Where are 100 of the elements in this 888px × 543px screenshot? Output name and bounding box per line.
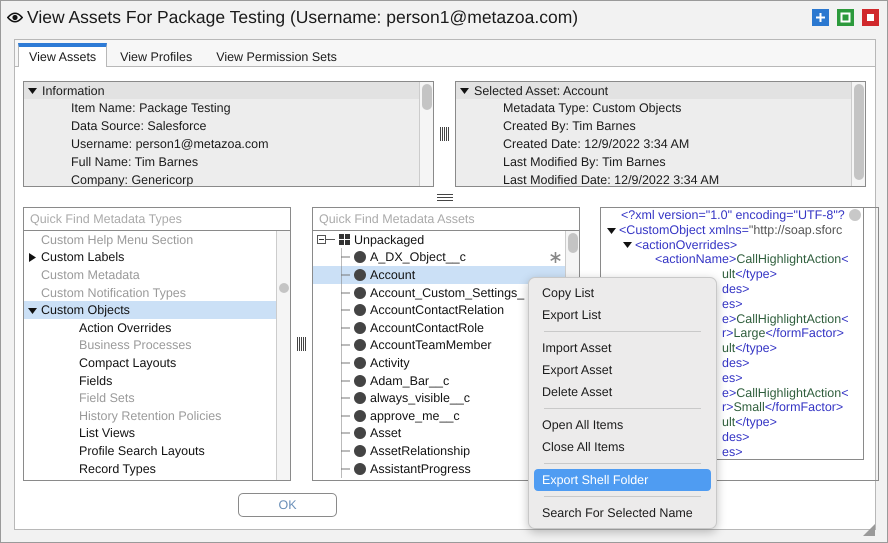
object-dot-icon — [354, 374, 366, 387]
object-dot-icon — [354, 339, 366, 352]
tree-connector-icon — [341, 266, 350, 284]
square-icon — [840, 12, 851, 22]
info-line: Created Date: 12/9/2022 3:34 AM — [502, 136, 690, 153]
object-dot-icon — [354, 251, 366, 264]
eye-icon — [7, 12, 23, 22]
type-tree-item[interactable]: Profile Search Layouts — [24, 442, 276, 460]
tree-connector-icon — [341, 372, 350, 390]
panel-heading: Information — [42, 84, 105, 98]
asset-tree-item[interactable]: AccountContactRole — [313, 318, 484, 337]
xml-line: des> — [722, 282, 750, 297]
object-dot-icon — [354, 462, 366, 475]
type-tree-item[interactable]: Record Types — [24, 460, 276, 478]
collapse-triangle-icon[interactable] — [28, 306, 37, 315]
xml-line: e>CallHighlightAction< — [722, 386, 848, 400]
collapse-triangle-icon[interactable] — [623, 240, 632, 250]
asset-tree-item[interactable]: Account — [313, 266, 565, 284]
tree-connector-icon — [341, 442, 350, 460]
object-dot-icon — [354, 322, 366, 334]
grid-icon — [339, 234, 350, 246]
object-dot-icon — [354, 427, 366, 440]
object-dot-icon — [354, 392, 366, 404]
asset-tree-item[interactable]: Activity — [313, 354, 410, 372]
tree-connector-icon — [341, 284, 350, 302]
menu-item[interactable]: Export Asset — [534, 359, 711, 381]
package-tree-item[interactable]: Unpackaged — [313, 231, 424, 249]
tab[interactable]: View Permission Sets — [205, 43, 348, 67]
asset-tree-item[interactable]: AssetRelationship — [313, 442, 470, 460]
info-line: Full Name: Tim Barnes — [70, 154, 198, 171]
xml-line: r>Large</formFactor> — [722, 326, 844, 342]
menu-item[interactable]: Export List — [534, 304, 711, 326]
menu-item[interactable]: Close All Items — [534, 436, 711, 458]
asset-tree-item[interactable]: always_visible__c — [313, 389, 470, 407]
panel-heading: Selected Asset: Account — [474, 84, 608, 98]
collapse-triangle-icon[interactable] — [460, 86, 469, 95]
menu-item[interactable]: Delete Asset — [534, 381, 711, 403]
menu-item[interactable]: Open All Items — [534, 414, 711, 436]
object-dot-icon — [354, 268, 366, 281]
collapse-triangle-icon[interactable] — [28, 86, 37, 95]
plus-icon — [815, 12, 826, 22]
xml-line: es> — [722, 296, 743, 312]
asset-tree-item[interactable]: approve_me__c — [313, 406, 460, 425]
tree-connector-icon — [341, 389, 350, 408]
info-line: Username: person1@metazoa.com — [70, 136, 268, 153]
resize-grip-icon[interactable] — [863, 524, 875, 536]
scroll-thumb[interactable] — [854, 84, 864, 180]
type-tree-item[interactable]: Action Overrides — [24, 318, 276, 337]
info-line: Metadata Type: Custom Objects — [502, 100, 682, 117]
object-dot-icon — [354, 286, 366, 299]
tab[interactable]: View Profiles — [109, 43, 204, 67]
maximize-button[interactable] — [837, 8, 854, 26]
asset-tree-item[interactable]: AccountTeamMember — [313, 336, 492, 354]
scroll-thumb[interactable] — [848, 209, 861, 221]
splitter-grip-icon[interactable] — [297, 337, 306, 351]
info-line: Created By: Tim Barnes — [502, 118, 636, 135]
asset-tree-item[interactable]: A_DX_Object__c — [313, 248, 565, 266]
menu-item[interactable]: Search For Selected Name — [534, 502, 711, 524]
type-tree-item[interactable]: Custom Labels — [24, 248, 276, 266]
tree-connector-icon — [341, 406, 350, 425]
info-line: Item Name: Package Testing — [70, 100, 231, 117]
splitter-grip-icon[interactable] — [436, 194, 452, 200]
scroll-thumb[interactable] — [422, 84, 432, 110]
close-button[interactable] — [862, 8, 879, 26]
type-tree-item[interactable]: Compact Layouts — [24, 354, 276, 372]
type-tree-item[interactable]: Fields — [24, 372, 276, 390]
tree-connector-icon — [341, 301, 350, 320]
tree-connector-icon — [341, 318, 350, 337]
info-line: Last Modified By: Tim Barnes — [502, 154, 666, 171]
xml-line: es> — [722, 370, 743, 386]
menu-item[interactable]: Copy List — [534, 282, 711, 304]
xml-line: ult</type> — [722, 415, 777, 430]
xml-line: es> — [722, 444, 743, 459]
tree-connector-icon — [341, 424, 350, 442]
window-title: View Assets For Package Testing (Username: person1@metazoa.com) — [27, 6, 580, 28]
type-tree-item[interactable]: List Views — [24, 424, 276, 442]
asset-tree-item[interactable]: Account_Custom_Settings_ — [313, 284, 524, 302]
info-line: Data Source: Salesforce — [70, 118, 206, 135]
asset-tree-item[interactable]: AssistantProgress — [313, 460, 471, 478]
collapse-triangle-icon[interactable] — [607, 226, 616, 235]
splitter-grip-icon[interactable] — [440, 127, 449, 141]
asset-tree-item[interactable]: Asset — [313, 424, 402, 442]
expand-triangle-icon[interactable] — [28, 252, 37, 262]
asset-tree-item[interactable]: AccountContactRelation — [313, 301, 504, 319]
scroll-thumb[interactable] — [279, 283, 289, 293]
object-dot-icon — [354, 356, 366, 369]
tree-connector-icon — [341, 336, 350, 354]
add-button[interactable] — [812, 8, 829, 26]
menu-item[interactable]: Import Asset — [534, 337, 711, 359]
tab[interactable]: View Assets — [18, 43, 108, 67]
collapse-box-icon[interactable] — [317, 235, 335, 244]
scroll-thumb[interactable] — [568, 233, 578, 253]
type-tree-item[interactable]: Custom Objects — [24, 301, 276, 319]
xml-line: <CustomObject xmlns="http://soap.sforc — [607, 222, 842, 238]
asset-tree-item[interactable]: Adam_Bar__c — [313, 372, 450, 390]
xml-line: <actionOverrides> — [623, 238, 738, 252]
xml-line: <?xml version="1.0" encoding="UTF-8"? — [621, 208, 845, 223]
tree-connector-icon — [341, 248, 350, 266]
xml-line: ult</type> — [722, 341, 777, 356]
object-dot-icon — [354, 444, 366, 457]
